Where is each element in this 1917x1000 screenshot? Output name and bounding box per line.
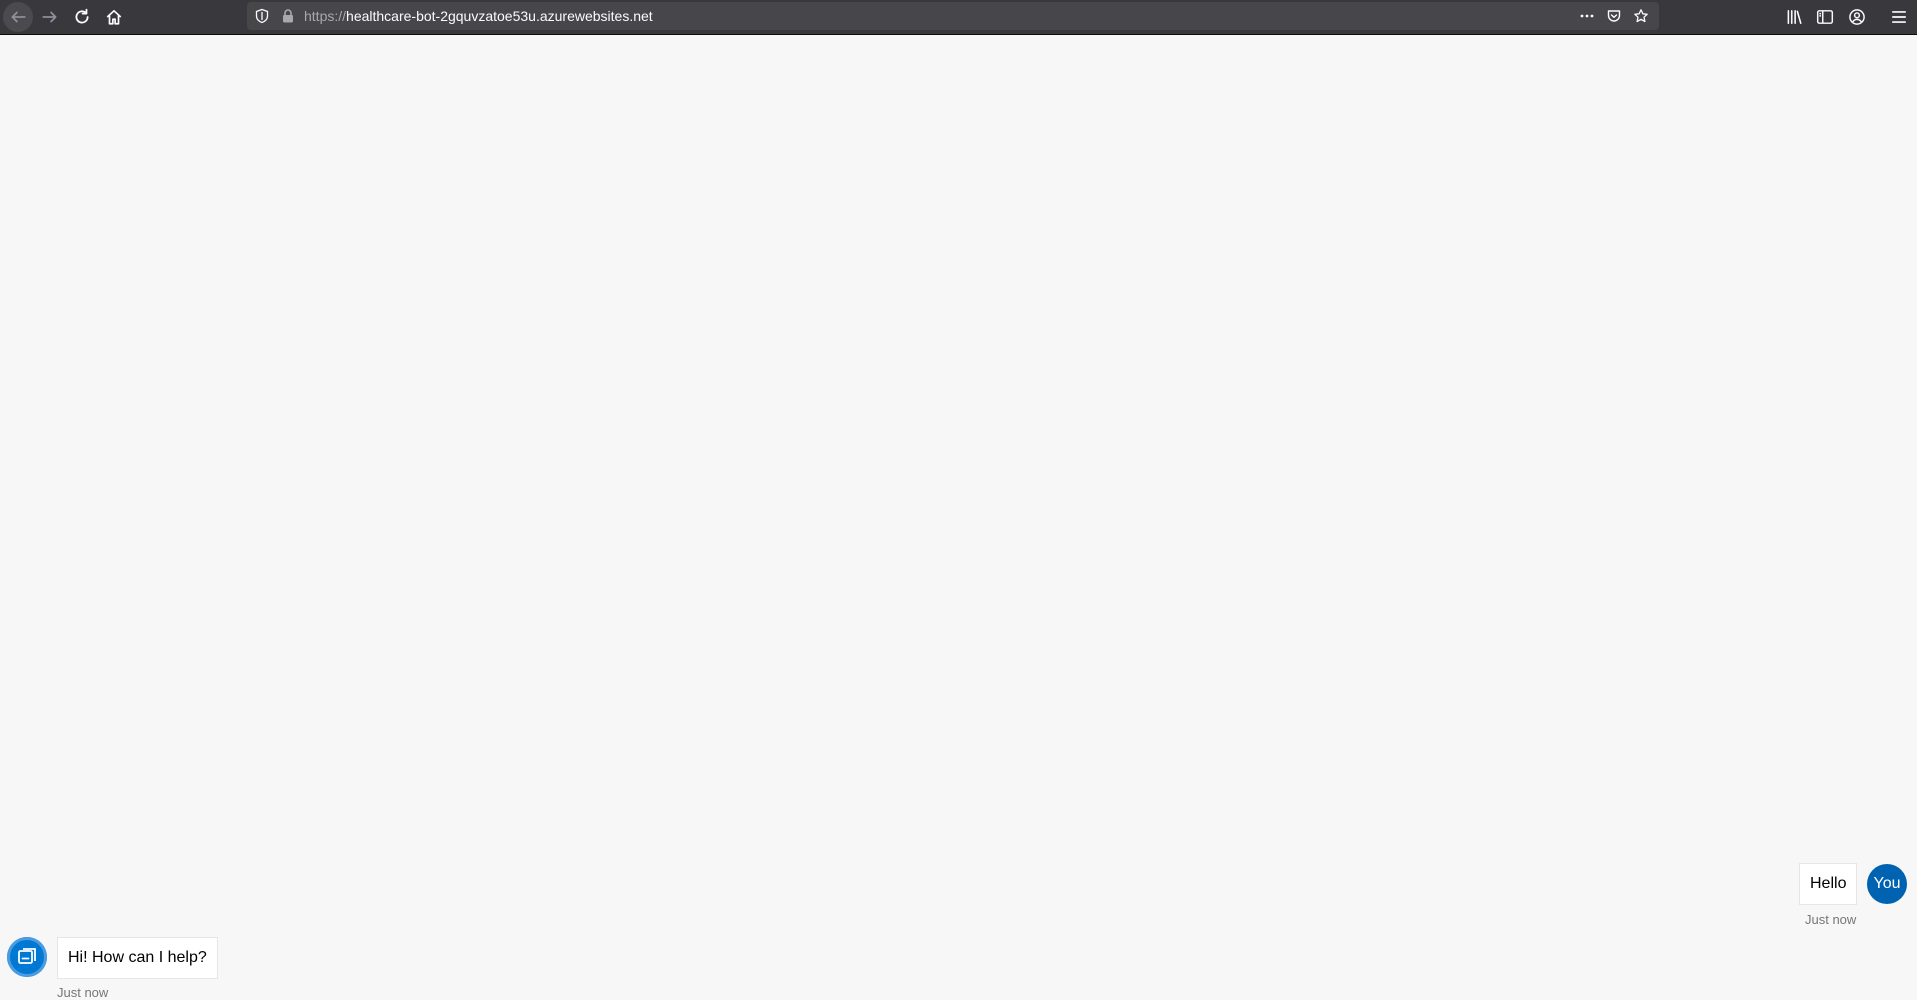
bookmark-star-icon bbox=[1634, 9, 1648, 23]
user-avatar-label: You bbox=[1873, 875, 1901, 892]
bot-icon bbox=[18, 948, 36, 964]
pocket-button[interactable] bbox=[1605, 7, 1623, 25]
chat-transcript: Hello You Just now Hi! How can I help? J… bbox=[0, 36, 1917, 1000]
user-message-text: Hello bbox=[1810, 875, 1847, 892]
reload-icon bbox=[75, 8, 89, 24]
bot-avatar bbox=[7, 937, 47, 977]
back-button[interactable] bbox=[3, 2, 33, 32]
sidebar-button[interactable] bbox=[1810, 2, 1840, 32]
account-button[interactable] bbox=[1842, 2, 1872, 32]
forward-button[interactable] bbox=[35, 2, 65, 32]
back-icon bbox=[11, 11, 26, 23]
url-protocol: https:// bbox=[304, 8, 347, 24]
user-message-timestamp: Just now bbox=[1805, 912, 1857, 927]
user-message-bubble: Hello bbox=[1799, 863, 1858, 905]
bot-message-text: Hi! How can I help? bbox=[68, 949, 207, 966]
lock-icon bbox=[283, 9, 293, 23]
reload-button[interactable] bbox=[67, 2, 97, 32]
sidebar-icon bbox=[1816, 10, 1834, 24]
home-button[interactable] bbox=[99, 2, 129, 32]
tracking-protection-button[interactable] bbox=[253, 7, 271, 25]
bot-message-bubble: Hi! How can I help? bbox=[57, 937, 218, 979]
library-icon bbox=[1787, 10, 1802, 24]
account-icon bbox=[1849, 9, 1865, 25]
page-actions-button[interactable] bbox=[1578, 7, 1596, 25]
page-actions-icon bbox=[1580, 14, 1594, 18]
url-text[interactable]: https://healthcare-bot-2gquvzatoe53u.azu… bbox=[304, 8, 653, 24]
pocket-icon bbox=[1607, 10, 1621, 22]
menu-icon bbox=[1891, 11, 1907, 23]
tracking-protection-icon bbox=[255, 8, 269, 24]
bookmark-button[interactable] bbox=[1632, 7, 1650, 25]
bot-message-timestamp: Just now bbox=[57, 985, 109, 1000]
library-button[interactable] bbox=[1779, 2, 1809, 32]
browser-toolbar: https://healthcare-bot-2gquvzatoe53u.azu… bbox=[0, 0, 1917, 35]
site-info-button[interactable] bbox=[279, 7, 297, 25]
user-avatar: You bbox=[1867, 864, 1907, 904]
url-bar[interactable]: https://healthcare-bot-2gquvzatoe53u.azu… bbox=[247, 2, 1659, 30]
forward-icon bbox=[42, 11, 57, 23]
menu-button[interactable] bbox=[1884, 2, 1914, 32]
home-icon bbox=[106, 9, 122, 25]
url-host: healthcare-bot-2gquvzatoe53u.azurewebsit… bbox=[346, 8, 653, 24]
